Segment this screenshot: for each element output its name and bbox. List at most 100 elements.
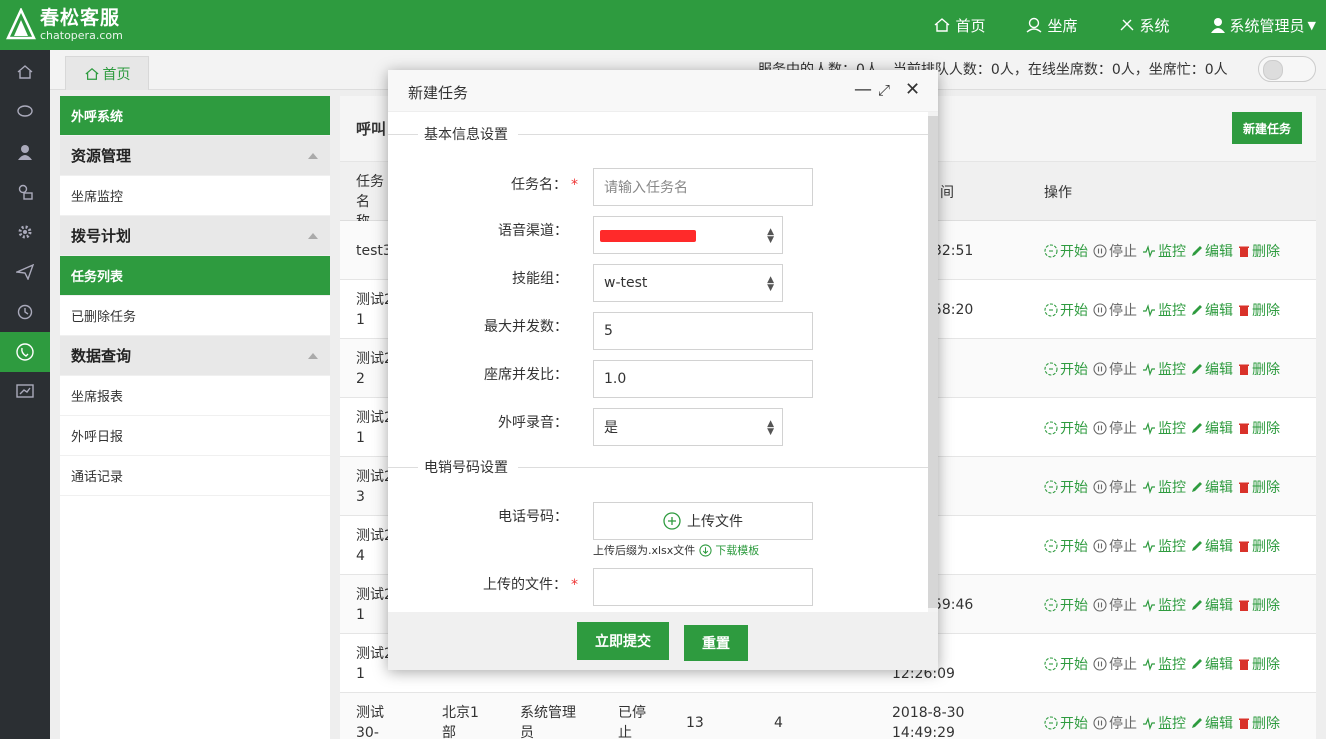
start-button[interactable]: 开始: [1044, 477, 1088, 497]
edit-button[interactable]: 编辑: [1191, 477, 1233, 497]
history-icon: [17, 304, 33, 320]
rail-contacts[interactable]: [0, 172, 50, 212]
busy-toggle[interactable]: [1258, 56, 1316, 82]
menu-agent-monitor[interactable]: 坐席监控: [60, 176, 330, 216]
trash-icon: [1239, 482, 1249, 493]
edit-button[interactable]: 编辑: [1191, 713, 1233, 733]
rail-report[interactable]: [0, 372, 50, 412]
nav-user-menu[interactable]: 系统管理员 ▼: [1210, 15, 1316, 36]
pause-icon: [1093, 303, 1107, 317]
edit-button[interactable]: 编辑: [1191, 359, 1233, 379]
edit-button[interactable]: 编辑: [1191, 654, 1233, 674]
stop-button[interactable]: 停止: [1093, 241, 1137, 261]
delete-button[interactable]: 删除: [1238, 477, 1280, 497]
menu-agent-report[interactable]: 坐席报表: [60, 376, 330, 416]
monitor-button[interactable]: 监控: [1142, 241, 1186, 261]
start-button[interactable]: 开始: [1044, 654, 1088, 674]
stop-button[interactable]: 停止: [1093, 536, 1137, 556]
menu-task-list[interactable]: 任务列表: [60, 256, 330, 296]
menu-deleted-tasks[interactable]: 已删除任务: [60, 296, 330, 336]
stop-button[interactable]: 停止: [1093, 713, 1137, 733]
stop-button[interactable]: 停止: [1093, 595, 1137, 615]
monitor-button[interactable]: 监控: [1142, 713, 1186, 733]
row-actions: 开始 停止 监控 编辑 删除: [1044, 713, 1285, 733]
start-icon: [1044, 657, 1058, 671]
menu-label: 资源管理: [71, 147, 132, 165]
sidebar-menu: 外呼系统 资源管理 坐席监控 拨号计划 任务列表 已删除任务 数据查询 坐席报表…: [60, 96, 330, 739]
start-button[interactable]: 开始: [1044, 595, 1088, 615]
max-concurrent-input[interactable]: 5: [593, 312, 813, 350]
upload-file-button[interactable]: 上传文件: [593, 502, 813, 540]
start-button[interactable]: 开始: [1044, 241, 1088, 261]
start-button[interactable]: 开始: [1044, 713, 1088, 733]
voice-channel-select[interactable]: ▲ ▼: [593, 216, 783, 254]
monitor-button[interactable]: 监控: [1142, 300, 1186, 320]
menu-label: 数据查询: [71, 347, 132, 365]
rail-home[interactable]: [0, 52, 50, 92]
menu-group-data-query[interactable]: 数据查询: [60, 336, 330, 376]
chat-icon: [17, 105, 33, 117]
nav-agent[interactable]: 坐席: [1025, 15, 1078, 36]
nav-system[interactable]: 系统: [1118, 15, 1170, 36]
stop-button[interactable]: 停止: [1093, 418, 1137, 438]
menu-group-dial-plan[interactable]: 拨号计划: [60, 216, 330, 256]
monitor-button[interactable]: 监控: [1142, 359, 1186, 379]
delete-button[interactable]: 删除: [1238, 595, 1280, 615]
reset-button[interactable]: 重置: [684, 625, 748, 661]
delete-button[interactable]: 删除: [1238, 359, 1280, 379]
rail-settings[interactable]: [0, 212, 50, 252]
edit-button[interactable]: 编辑: [1191, 595, 1233, 615]
stop-button[interactable]: 停止: [1093, 654, 1137, 674]
rail-send[interactable]: [0, 252, 50, 292]
edit-button[interactable]: 编辑: [1191, 418, 1233, 438]
delete-button[interactable]: 删除: [1238, 418, 1280, 438]
menu-daily-report[interactable]: 外呼日报: [60, 416, 330, 456]
monitor-button[interactable]: 监控: [1142, 536, 1186, 556]
scroll-thumb[interactable]: [928, 116, 938, 608]
dialog-scrollbar[interactable]: [928, 112, 938, 612]
task-name-input[interactable]: 请输入任务名: [593, 168, 813, 206]
start-button[interactable]: 开始: [1044, 536, 1088, 556]
menu-outbound-system[interactable]: 外呼系统: [60, 96, 330, 136]
rail-callout[interactable]: [0, 332, 50, 372]
trash-icon: [1239, 718, 1249, 729]
monitor-button[interactable]: 监控: [1142, 654, 1186, 674]
edit-button[interactable]: 编辑: [1191, 300, 1233, 320]
monitor-button[interactable]: 监控: [1142, 477, 1186, 497]
close-icon[interactable]: ✕: [905, 80, 920, 100]
edit-button[interactable]: 编辑: [1191, 536, 1233, 556]
menu-group-resources[interactable]: 资源管理: [60, 136, 330, 176]
delete-button[interactable]: 删除: [1238, 536, 1280, 556]
download-template-link[interactable]: 下载模板: [699, 542, 759, 558]
start-button[interactable]: 开始: [1044, 359, 1088, 379]
cell-status: 已停 止: [618, 705, 646, 739]
delete-button[interactable]: 删除: [1238, 300, 1280, 320]
monitor-button[interactable]: 监控: [1142, 595, 1186, 615]
new-task-button[interactable]: 新建任务: [1232, 112, 1302, 144]
maximize-icon[interactable]: ⤢: [878, 80, 890, 100]
menu-call-records[interactable]: 通话记录: [60, 456, 330, 496]
delete-button[interactable]: 删除: [1238, 654, 1280, 674]
nav-home[interactable]: 首页: [933, 15, 985, 36]
rail-user[interactable]: [0, 132, 50, 172]
uploaded-file-input[interactable]: [593, 568, 813, 606]
tab-home-label: 首页: [102, 66, 131, 83]
stop-button[interactable]: 停止: [1093, 477, 1137, 497]
skill-group-select[interactable]: w-test ▲ ▼: [593, 264, 783, 302]
tab-home[interactable]: 首页: [65, 56, 149, 90]
logo[interactable]: 春松客服 chatopera.com: [6, 6, 123, 44]
stop-button[interactable]: 停止: [1093, 300, 1137, 320]
agent-ratio-input[interactable]: 1.0: [593, 360, 813, 398]
delete-button[interactable]: 删除: [1238, 713, 1280, 733]
submit-button[interactable]: 立即提交: [577, 622, 669, 660]
delete-button[interactable]: 删除: [1238, 241, 1280, 261]
rail-chat[interactable]: [0, 92, 50, 132]
rail-history[interactable]: [0, 292, 50, 332]
start-button[interactable]: 开始: [1044, 418, 1088, 438]
edit-button[interactable]: 编辑: [1191, 241, 1233, 261]
minimize-icon[interactable]: —: [854, 80, 872, 100]
stop-button[interactable]: 停止: [1093, 359, 1137, 379]
record-select[interactable]: 是 ▲ ▼: [593, 408, 783, 446]
start-button[interactable]: 开始: [1044, 300, 1088, 320]
monitor-button[interactable]: 监控: [1142, 418, 1186, 438]
